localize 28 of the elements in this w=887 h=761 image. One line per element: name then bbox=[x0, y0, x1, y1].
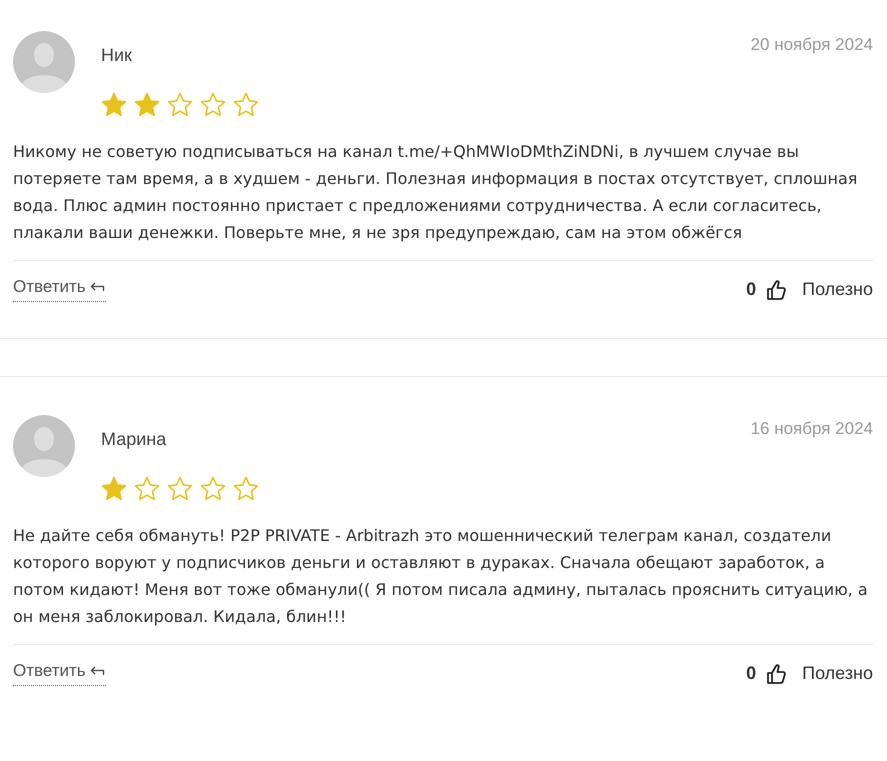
star-icon bbox=[167, 92, 193, 118]
avatar-icon bbox=[13, 31, 75, 93]
author-name: Ник bbox=[101, 45, 133, 66]
review-date: 20 ноября 2024 bbox=[750, 34, 873, 55]
reply-arrow-icon[interactable] bbox=[90, 665, 106, 677]
review-date: 16 ноября 2024 bbox=[750, 418, 873, 439]
star-icon bbox=[233, 92, 259, 118]
reply-link[interactable]: Ответить bbox=[13, 277, 106, 302]
star-icon bbox=[101, 476, 127, 502]
thumbs-up-icon[interactable] bbox=[766, 278, 786, 300]
useful-label[interactable]: Полезно bbox=[802, 279, 873, 300]
star-icon bbox=[233, 476, 259, 502]
reply-arrow-icon[interactable] bbox=[90, 281, 106, 293]
review-text: Никому не советую подписываться на канал t.me/+QhMWIoDMthZiNDNi, в лучшем случае вы потеряете там время, а в худшем - деньги. Полезная информация в постах отсутствует, сплошная вода. Плюс админ постоянно пристает с предложениями сотрудничества. А если согласитесь, плакали ваши денежки. Поверьте мне, я не зря предупреждаю, сам на этом обжёгся bbox=[13, 141, 858, 244]
star-icon bbox=[134, 476, 160, 502]
useful-label[interactable]: Полезно bbox=[802, 663, 873, 684]
reply-link[interactable]: Ответить bbox=[13, 661, 106, 686]
star-icon bbox=[200, 476, 226, 502]
star-icon bbox=[200, 92, 226, 118]
thumbs-up-icon[interactable] bbox=[766, 662, 786, 684]
like-count: 0 bbox=[746, 279, 756, 300]
author-name: Марина bbox=[101, 429, 168, 450]
review-text: Не дайте себя обмануть! P2P PRIVATE - Arbitrazh это мошеннический телеграм канал, создатели которого воруют у подписчиков деньги и оставляют в дураках. Сначала обещают заработок, а потом кидают! Меня вот тоже обманули(( Я потом писала админу, пыталась прояснить ситуацию, а он меня заблокировал. Кидала, блин!!! bbox=[13, 525, 869, 628]
like-count: 0 bbox=[746, 663, 756, 684]
star-icon bbox=[134, 92, 160, 118]
avatar-icon bbox=[13, 415, 75, 477]
star-icon bbox=[101, 92, 127, 118]
star-icon bbox=[167, 476, 193, 502]
